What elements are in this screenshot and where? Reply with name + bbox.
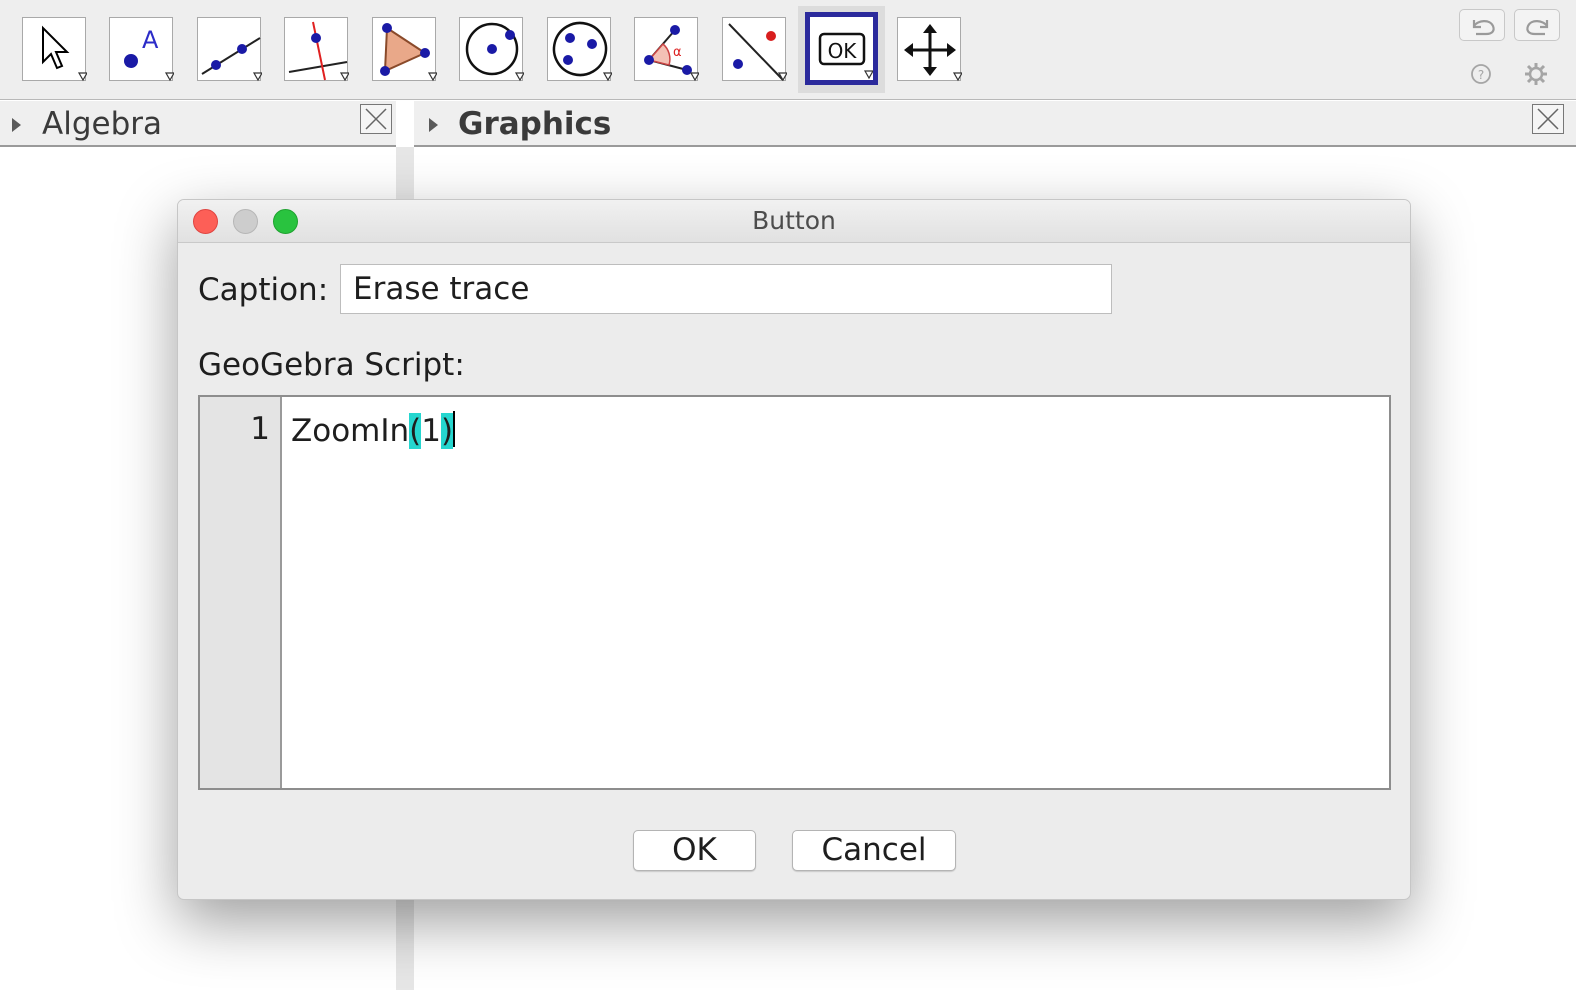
script-editor[interactable]: 1 ZoomIn(1) — [198, 395, 1391, 790]
line-number: 1 — [250, 411, 270, 447]
polygon-icon — [380, 23, 437, 82]
ellipse-tool-button[interactable] — [547, 17, 612, 82]
undo-button[interactable] — [1459, 9, 1505, 41]
circle-center-tool-button[interactable] — [459, 17, 524, 82]
dialog-title: Button — [752, 206, 836, 235]
reflect-icon — [728, 23, 787, 82]
geogebra-window: A α OK ? Algebra Graphics Button Caption… — [0, 0, 1576, 990]
graphics-view-header: Graphics — [414, 101, 1576, 147]
ellipse-icon — [552, 21, 612, 82]
code-line[interactable]: ZoomIn(1) — [291, 411, 456, 449]
graphics-view-title: Graphics — [458, 106, 612, 142]
move-pointer-icon — [42, 25, 87, 82]
gear-icon[interactable] — [1524, 62, 1548, 86]
line-number-gutter: 1 — [200, 397, 282, 788]
script-label: GeoGebra Script: — [198, 347, 465, 383]
angle-icon: α — [644, 25, 699, 82]
button-tool-button[interactable]: OK — [805, 12, 878, 85]
move-graphics-icon — [904, 24, 962, 82]
svg-text:?: ? — [1478, 68, 1484, 82]
toolbar: A α OK ? — [0, 0, 1576, 100]
text-caret — [453, 411, 456, 447]
help-icon[interactable]: ? — [1469, 62, 1493, 86]
algebra-view-header: Algebra — [0, 101, 396, 147]
caption-label: Caption: — [198, 272, 329, 308]
ok-button[interactable]: OK — [633, 830, 756, 871]
polygon-tool-button[interactable] — [372, 17, 437, 82]
code-open-paren: ( — [409, 413, 422, 449]
svg-text:A: A — [142, 26, 159, 54]
redo-icon — [1526, 20, 1549, 36]
button-dialog: Button Caption: GeoGebra Script: 1 ZoomI… — [177, 199, 1411, 900]
line-icon — [201, 37, 262, 82]
button-tool-icon: OK — [818, 32, 873, 80]
perpendicular-line-icon — [288, 21, 349, 82]
code-function: ZoomIn — [291, 413, 410, 449]
close-icon — [1537, 108, 1559, 130]
cancel-button[interactable]: Cancel — [792, 830, 956, 871]
code-argument: 1 — [421, 413, 442, 449]
button-tool-label: OK — [828, 39, 858, 63]
move-tool-button[interactable] — [22, 17, 87, 82]
perpendicular-line-tool-button[interactable] — [284, 17, 349, 82]
redo-button[interactable] — [1514, 9, 1560, 41]
line-tool-button[interactable] — [197, 17, 262, 82]
algebra-expand-triangle-icon[interactable] — [12, 118, 21, 132]
circle-center-icon — [465, 22, 524, 82]
caption-input[interactable] — [340, 264, 1112, 314]
reflect-tool-button[interactable] — [722, 17, 787, 82]
close-icon — [365, 108, 387, 130]
point-icon: A — [124, 26, 174, 82]
point-tool-button[interactable]: A — [109, 17, 174, 82]
svg-text:α: α — [673, 45, 682, 60]
graphics-expand-triangle-icon[interactable] — [429, 118, 438, 132]
move-graphics-tool-button[interactable] — [897, 17, 962, 82]
algebra-close-button[interactable] — [360, 104, 392, 134]
angle-tool-button[interactable]: α — [634, 17, 699, 82]
dialog-titlebar[interactable]: Button — [178, 200, 1410, 243]
code-close-paren: ) — [441, 413, 454, 449]
undo-icon — [1472, 20, 1495, 36]
algebra-view-title: Algebra — [42, 106, 162, 142]
graphics-close-button[interactable] — [1532, 104, 1564, 134]
